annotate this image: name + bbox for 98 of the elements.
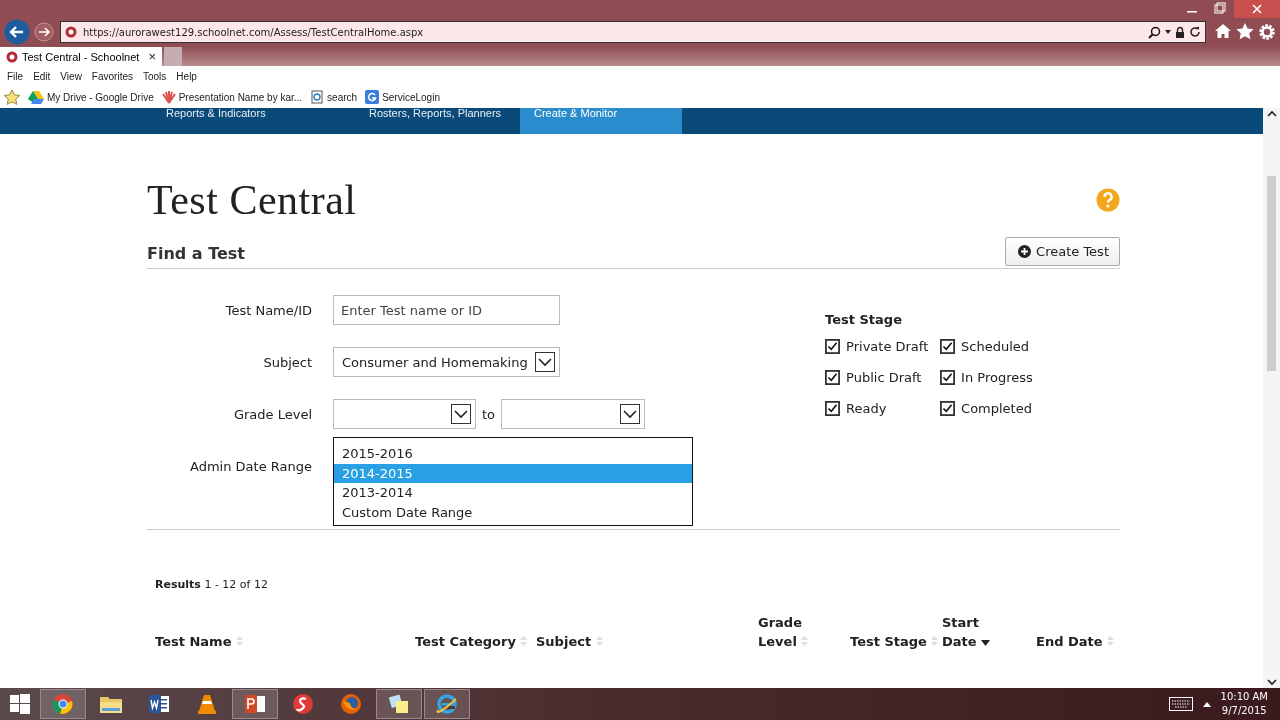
address-bar[interactable]: https://aurorawest129.schoolnet.com/Assess/TestCentralHome.aspx	[60, 21, 1206, 43]
create-test-button[interactable]: Create Test	[1005, 237, 1120, 266]
scroll-thumb[interactable]	[1267, 176, 1276, 371]
column-header[interactable]: Grade Level	[758, 613, 818, 651]
group-heading: Test Stage	[825, 312, 903, 327]
document-icon	[148, 694, 170, 714]
column-header[interactable]: Test Stage	[850, 632, 939, 651]
menu-item[interactable]: Help	[171, 70, 202, 82]
forward-button[interactable]	[34, 22, 54, 42]
favorite-link[interactable]: Presentation Name by kar...	[161, 90, 303, 104]
settings-icon[interactable]	[1258, 23, 1276, 41]
checkbox-label[interactable]: Scheduled	[961, 339, 1030, 354]
browser-e-icon	[435, 693, 459, 715]
range-separator: to	[482, 406, 496, 422]
sort-icon	[801, 636, 809, 646]
scroll-down-button[interactable]	[1265, 676, 1278, 688]
globe-fox-icon	[340, 693, 362, 715]
page-title: Test Central	[147, 176, 357, 224]
checkbox[interactable]	[940, 370, 956, 385]
folder-icon	[99, 694, 123, 714]
column-header[interactable]: Start Date	[942, 613, 1002, 651]
menu-item[interactable]: View	[55, 70, 87, 82]
field-label: Subject	[262, 354, 312, 370]
caret-icon[interactable]	[1165, 30, 1171, 34]
site-icon	[6, 50, 18, 63]
sort-icon	[1107, 636, 1115, 646]
checkbox[interactable]	[940, 401, 956, 416]
checkbox-label[interactable]: Private Draft	[846, 339, 929, 354]
sort-descending-icon	[981, 640, 991, 646]
search-icon[interactable]	[1148, 25, 1161, 39]
field-label: Grade Level	[232, 406, 312, 422]
results-count: Results 1 - 12 of 12	[155, 578, 269, 591]
restore-icon	[1214, 2, 1226, 14]
checkbox-label[interactable]: In Progress	[961, 370, 1033, 385]
clock[interactable]: 10:10 AM 9/7/2015	[1220, 690, 1268, 718]
url-text: https://aurorawest129.schoolnet.com/Assess/TestCentralHome.aspx	[83, 26, 425, 38]
nav-tab[interactable]: Create & Monitor	[520, 108, 682, 134]
nav-tab[interactable]: Rosters, Reports, Planners	[355, 108, 520, 134]
taskbar-app[interactable]	[424, 689, 470, 719]
browser-tab[interactable]: Test Central - Schoolnet ×	[0, 47, 162, 66]
checkbox[interactable]	[825, 339, 841, 354]
windows-icon	[10, 694, 30, 714]
sort-icon	[595, 636, 603, 646]
favorite-link[interactable]: ServiceLogin	[365, 90, 440, 104]
keyboard-icon[interactable]	[1168, 697, 1193, 711]
drive-icon	[28, 90, 44, 104]
menu-item[interactable]: Edit	[28, 70, 56, 82]
close-button[interactable]	[1234, 0, 1280, 18]
page-icon	[310, 90, 325, 104]
plus-icon	[1018, 245, 1032, 258]
checkbox-label[interactable]: Ready	[846, 401, 887, 416]
site-icon	[65, 26, 77, 38]
section-heading: Find a Test	[147, 244, 245, 263]
column-header[interactable]: Subject	[536, 632, 603, 651]
slides-icon	[244, 694, 266, 714]
field-label: Admin Date Range	[189, 458, 312, 474]
close-icon	[1252, 4, 1262, 14]
lock-icon	[1175, 26, 1185, 38]
taskbar-app[interactable]	[376, 689, 422, 719]
menu-item[interactable]: Tools	[138, 70, 172, 82]
grade-to-dropdown[interactable]	[501, 399, 646, 429]
subject-dropdown[interactable]: Consumer and Homemaking	[333, 347, 560, 377]
column-header[interactable]: Test Category	[415, 632, 528, 651]
field-label: Test Name/ID	[224, 302, 312, 318]
column-header[interactable]: Test Name	[155, 632, 243, 651]
tab-close-button[interactable]: ×	[148, 49, 156, 64]
tab-title: Test Central - Schoolnet	[22, 50, 141, 63]
checkbox-label[interactable]: Public Draft	[846, 370, 922, 385]
refresh-icon[interactable]	[1189, 26, 1201, 38]
column-header[interactable]: End Date	[1036, 632, 1115, 651]
chrome-icon	[52, 693, 74, 715]
checkbox-label[interactable]: Completed	[961, 401, 1032, 416]
test-name-field[interactable]: Enter Test name or ID	[333, 295, 560, 325]
minimize-icon	[1187, 11, 1197, 13]
grade-from-dropdown[interactable]	[333, 399, 476, 429]
swirl-icon	[292, 693, 314, 715]
taskbar-app[interactable]	[232, 689, 278, 719]
nav-tab[interactable]: Reports & Indicators	[130, 108, 355, 134]
notes-icon	[388, 693, 410, 715]
favorite-link[interactable]: My Drive - Google Drive	[28, 90, 154, 104]
favorites-star-icon[interactable]	[4, 89, 20, 105]
checkbox[interactable]	[825, 401, 841, 416]
checkbox[interactable]	[940, 339, 956, 354]
scrollbar[interactable]	[1263, 108, 1280, 688]
menu-item[interactable]: Favorites	[86, 70, 138, 82]
star-icon[interactable]	[1236, 23, 1254, 40]
favorite-link[interactable]: search	[310, 90, 358, 104]
menu-item[interactable]: File	[2, 70, 29, 82]
checkbox[interactable]	[825, 370, 841, 385]
sort-icon	[931, 636, 939, 646]
home-icon[interactable]	[1214, 23, 1232, 39]
tray-arrow-icon[interactable]	[1202, 701, 1211, 707]
sort-icon	[236, 636, 243, 646]
google-icon	[365, 90, 380, 104]
back-button[interactable]	[4, 19, 30, 45]
cone-icon	[197, 693, 217, 715]
fan-icon	[161, 90, 176, 104]
sort-icon	[520, 636, 528, 646]
